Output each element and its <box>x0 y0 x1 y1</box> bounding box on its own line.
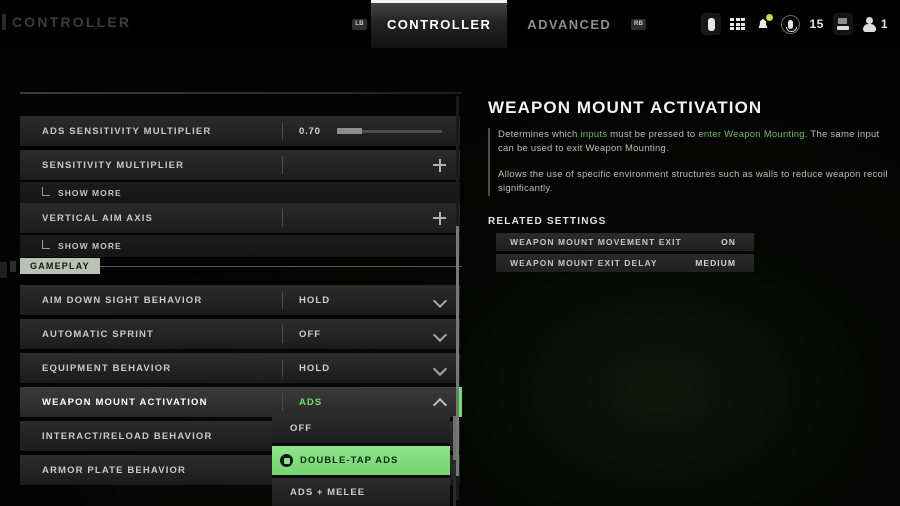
setting-value: ADS <box>299 396 323 408</box>
setting-value: OFF <box>299 328 322 340</box>
bell-icon[interactable] <box>754 14 774 33</box>
apps-grid-icon[interactable] <box>730 18 746 30</box>
show-more-vertical-aim-axis[interactable]: SHOW MORE <box>20 235 460 257</box>
section-header-gameplay: GAMEPLAY <box>10 257 462 275</box>
detail-body: Determines which inputs must be pressed … <box>488 128 890 196</box>
setting-label: EQUIPMENT BEHAVIOR <box>42 362 172 374</box>
section-marker <box>10 261 16 272</box>
setting-label: SENSITIVITY MULTIPLIER <box>42 159 185 171</box>
console-icon[interactable] <box>832 13 853 35</box>
panel-divider <box>20 92 462 94</box>
related-label: WEAPON MOUNT EXIT DELAY <box>510 258 658 268</box>
tree-elbow-icon <box>42 187 50 196</box>
chevron-down-icon[interactable] <box>434 294 446 306</box>
related-row-weapon-mount-movement-exit[interactable]: WEAPON MOUNT MOVEMENT EXIT ON <box>496 233 754 251</box>
detail-highlight-enter-weapon-mounting: enter Weapon Mounting <box>698 129 805 140</box>
party-count: 1 <box>880 17 888 31</box>
right-bumper-icon: RB <box>631 18 647 30</box>
slider-value: 0.70 <box>299 125 321 137</box>
show-more-sensitivity-multiplier[interactable]: SHOW MORE <box>20 182 460 204</box>
related-value: ON <box>721 237 736 247</box>
detail-paragraph-1: Determines which inputs must be pressed … <box>498 128 890 156</box>
detail-text-a: Determines which <box>498 129 581 140</box>
chevron-up-icon[interactable] <box>434 396 446 408</box>
setting-label: INTERACT/RELOAD BEHAVIOR <box>42 430 213 442</box>
controller-button-icon <box>280 454 293 467</box>
detail-text-b: must be pressed to <box>607 129 699 140</box>
setting-row-automatic-sprint[interactable]: AUTOMATIC SPRINT OFF <box>20 319 460 349</box>
setting-label: ADS SENSITIVITY MULTIPLIER <box>42 125 212 137</box>
dropdown-option-ads-melee[interactable]: ADS + MELEE <box>272 478 450 506</box>
show-more-label: SHOW MORE <box>58 241 122 251</box>
detail-panel: WEAPON MOUNT ACTIVATION Determines which… <box>488 98 890 275</box>
page-title: CONTROLLER <box>12 14 132 30</box>
settings-scrollbar[interactable] <box>456 96 459 500</box>
title-tick <box>2 14 6 30</box>
section-chip-label: GAMEPLAY <box>20 258 100 274</box>
row-divider <box>282 209 283 227</box>
setting-row-vertical-aim-axis[interactable]: VERTICAL AIM AXIS <box>20 203 460 233</box>
related-row-weapon-mount-exit-delay[interactable]: WEAPON MOUNT EXIT DELAY MEDIUM <box>496 254 754 272</box>
related-label: WEAPON MOUNT MOVEMENT EXIT <box>510 237 682 247</box>
tree-elbow-icon <box>42 240 50 249</box>
setting-label: WEAPON MOUNT ACTIVATION <box>42 396 208 408</box>
setting-value: HOLD <box>299 294 331 306</box>
friends-count: 15 <box>809 17 824 31</box>
notification-badge <box>766 14 774 21</box>
chevron-down-icon[interactable] <box>434 328 446 340</box>
dropdown-option-double-tap-ads[interactable]: DOUBLE-TAP ADS <box>272 446 450 475</box>
party-icon[interactable]: 1 <box>862 16 888 32</box>
expand-plus-icon[interactable] <box>433 211 446 225</box>
dropdown-option-label: ADS + MELEE <box>290 487 366 498</box>
microphone-icon[interactable] <box>781 14 801 34</box>
setting-row-aim-down-sight-behavior[interactable]: AIM DOWN SIGHT BEHAVIOR HOLD <box>20 285 460 315</box>
section-rule <box>99 265 462 267</box>
tab-controller[interactable]: CONTROLLER <box>371 0 508 48</box>
setting-value: 0.70 <box>283 126 460 137</box>
detail-highlight-inputs: inputs <box>580 129 608 140</box>
expand-plus-icon[interactable] <box>433 158 446 172</box>
ads-sensitivity-slider[interactable] <box>337 128 442 134</box>
left-bumper-icon: LB <box>352 18 367 30</box>
edge-tab-marker <box>0 262 7 278</box>
setting-row-weapon-mount-activation[interactable]: WEAPON MOUNT ACTIVATION ADS <box>20 387 462 417</box>
dropdown-option-label: OFF <box>290 423 313 434</box>
setting-label: VERTICAL AIM AXIS <box>42 212 154 224</box>
setting-label: AUTOMATIC SPRINT <box>42 328 154 340</box>
related-settings-title: RELATED SETTINGS <box>488 216 607 227</box>
setting-row-sensitivity-multiplier[interactable]: SENSITIVITY MULTIPLIER <box>20 150 460 180</box>
tab-advanced[interactable]: ADVANCED <box>511 0 627 48</box>
dropdown-option-off[interactable]: OFF <box>272 414 450 443</box>
settings-screen: CONTROLLER LB CONTROLLER ADVANCED RB 15 … <box>0 0 900 506</box>
setting-label: AIM DOWN SIGHT BEHAVIOR <box>42 294 203 306</box>
setting-label: ARMOR PLATE BEHAVIOR <box>42 464 187 476</box>
row-divider <box>282 156 283 174</box>
weapon-mount-activation-dropdown: OFF DOUBLE-TAP ADS ADS + MELEE <box>272 414 456 506</box>
battery-icon[interactable] <box>701 13 722 35</box>
detail-title: WEAPON MOUNT ACTIVATION <box>488 98 763 117</box>
tab-bar: LB CONTROLLER ADVANCED RB <box>352 0 647 48</box>
setting-row-ads-sensitivity-multiplier[interactable]: ADS SENSITIVITY MULTIPLIER 0.70 <box>20 116 460 146</box>
detail-paragraph-2: Allows the use of specific environment s… <box>498 169 888 194</box>
setting-value: HOLD <box>299 362 331 374</box>
dropdown-scrollbar[interactable] <box>453 416 456 506</box>
dropdown-option-label: DOUBLE-TAP ADS <box>300 455 399 466</box>
top-bar: CONTROLLER LB CONTROLLER ADVANCED RB 15 … <box>0 0 900 48</box>
chevron-down-icon[interactable] <box>434 362 446 374</box>
show-more-label: SHOW MORE <box>58 188 122 198</box>
related-value: MEDIUM <box>695 258 736 268</box>
setting-row-equipment-behavior[interactable]: EQUIPMENT BEHAVIOR HOLD <box>20 353 460 383</box>
status-tray: 15 1 <box>701 0 888 48</box>
